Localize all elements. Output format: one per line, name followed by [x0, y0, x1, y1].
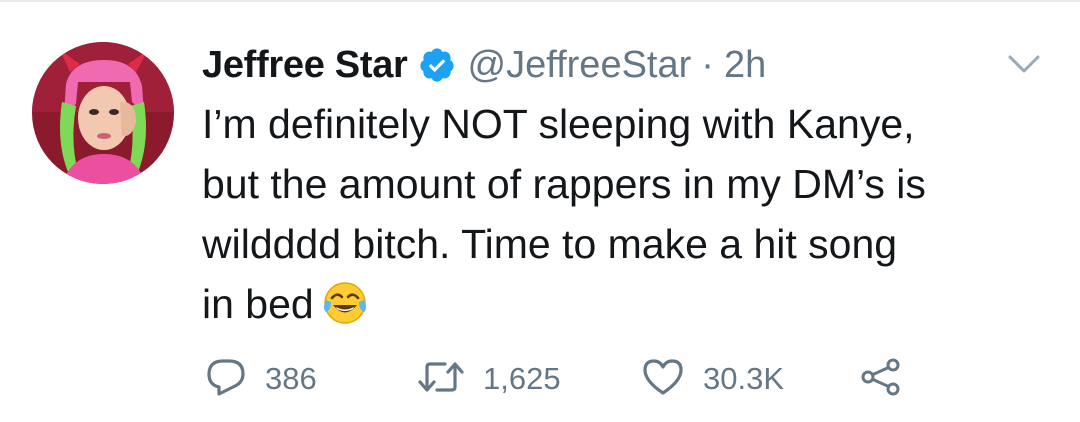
heart-icon — [641, 357, 685, 402]
tweet-card[interactable]: Jeffree Star @JeffreeStar · 2h I’m defin… — [0, 0, 1080, 422]
tweet-text: I’m definitely NOT sleeping with Kanye, … — [202, 94, 1032, 334]
tweet-timestamp[interactable]: 2h — [724, 44, 766, 87]
verified-badge-icon — [418, 46, 456, 84]
retweet-count: 1,625 — [483, 361, 561, 396]
reply-button[interactable]: 386 — [205, 357, 317, 401]
share-button[interactable] — [859, 357, 903, 401]
separator-dot: · — [701, 43, 714, 86]
share-icon — [859, 357, 903, 402]
chevron-down-icon[interactable] — [1006, 52, 1042, 76]
retweet-icon — [417, 357, 465, 402]
author-name[interactable]: Jeffree Star — [202, 44, 408, 87]
reply-count: 386 — [265, 361, 317, 396]
tweet-actions: 386 1,625 30.3K — [205, 357, 925, 401]
like-count: 30.3K — [703, 361, 785, 396]
reply-icon — [205, 357, 247, 402]
avatar[interactable] — [32, 42, 174, 184]
tweet-header: Jeffree Star @JeffreeStar · 2h — [202, 38, 766, 92]
author-handle[interactable]: @JeffreeStar — [468, 44, 692, 87]
like-button[interactable]: 30.3K — [641, 357, 784, 401]
face-with-tears-of-joy-icon — [322, 280, 368, 326]
retweet-button[interactable]: 1,625 — [417, 357, 561, 401]
tweet-body: I’m definitely NOT sleeping with Kanye, … — [202, 101, 926, 327]
